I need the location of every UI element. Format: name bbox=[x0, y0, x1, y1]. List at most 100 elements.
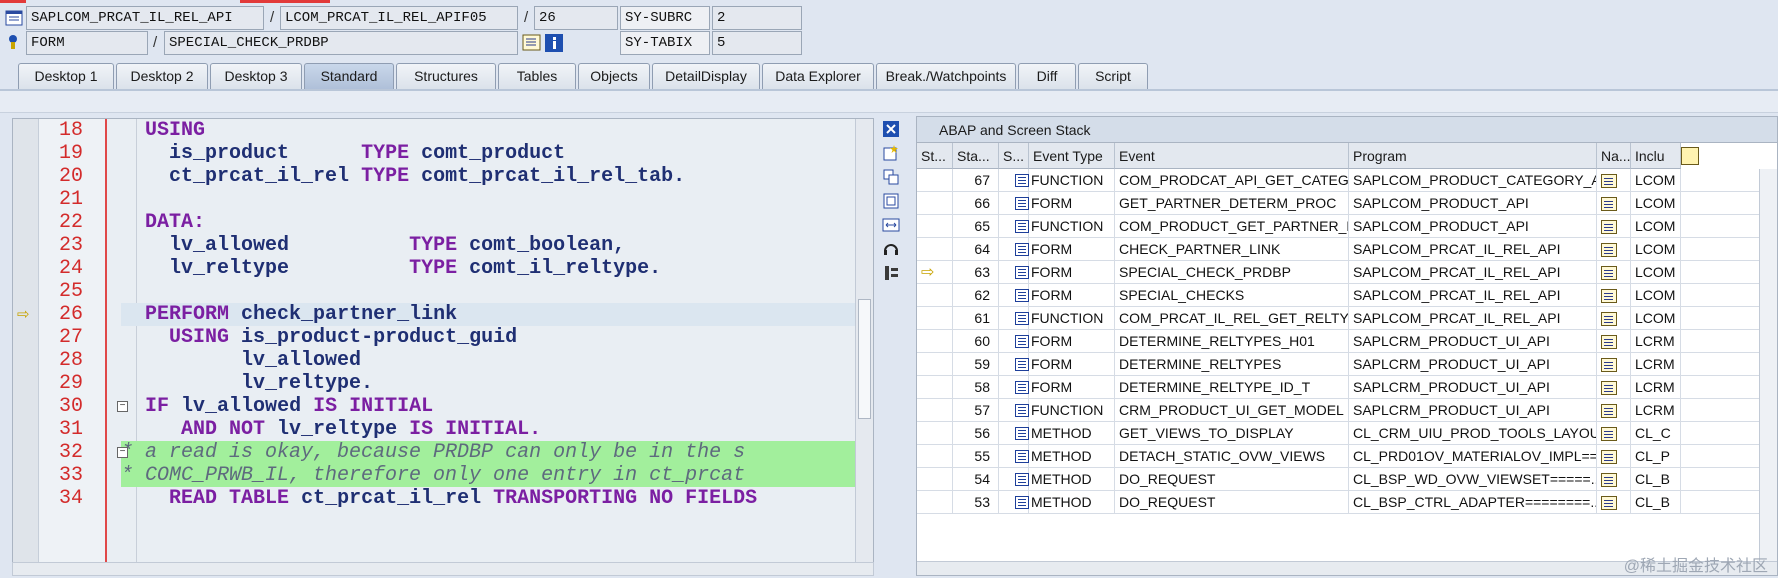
navigate-source-icon[interactable] bbox=[1601, 427, 1617, 441]
code-line[interactable]: is_product TYPE comt_product bbox=[121, 142, 855, 165]
stack-navigate-cell[interactable] bbox=[1597, 353, 1631, 376]
new-icon[interactable] bbox=[880, 142, 902, 164]
tools-icon[interactable] bbox=[880, 262, 902, 284]
sysvar-value-1[interactable]: 2 bbox=[712, 6, 802, 30]
info-icon[interactable] bbox=[544, 33, 564, 53]
stack-navigate-cell[interactable] bbox=[1597, 215, 1631, 238]
stack-navigate-cell[interactable] bbox=[1597, 192, 1631, 215]
code-line[interactable]: lv_allowed bbox=[121, 349, 855, 372]
stack-event[interactable]: SPECIAL_CHECK_PRDBP bbox=[1115, 261, 1349, 284]
navigate-source-icon[interactable] bbox=[1601, 197, 1617, 211]
code-line[interactable]: DATA: bbox=[121, 211, 855, 234]
tab-data-explorer[interactable]: Data Explorer bbox=[762, 63, 874, 90]
stack-row[interactable]: 55 METHOD DETACH_STATIC_OVW_VIEWS CL_PRD01O… bbox=[917, 445, 1777, 468]
stack-navigate-cell[interactable] bbox=[1597, 307, 1631, 330]
code-line[interactable]: lv_allowed TYPE comt_boolean, bbox=[121, 234, 855, 257]
include-field[interactable]: LCOM_PRCAT_IL_REL_APIF05 bbox=[280, 6, 518, 30]
stack-event[interactable]: CRM_PRODUCT_UI_GET_MODEL bbox=[1115, 399, 1349, 422]
stack-event[interactable]: CHECK_PARTNER_LINK bbox=[1115, 238, 1349, 261]
code-line[interactable]: AND NOT lv_reltype IS INITIAL. bbox=[121, 418, 855, 441]
stack-event[interactable]: DETERMINE_RELTYPES bbox=[1115, 353, 1349, 376]
code-line[interactable]: IF lv_allowed IS INITIAL bbox=[121, 395, 855, 418]
stack-row[interactable]: ⇨ 63 FORM SPECIAL_CHECK_PRDBP SAPLCOM_PRCAT_… bbox=[917, 261, 1777, 284]
navigate-source-icon[interactable] bbox=[1601, 243, 1617, 257]
stack-program[interactable]: SAPLCRM_PRODUCT_UI_API bbox=[1349, 399, 1597, 422]
stack-program[interactable]: SAPLCOM_PRODUCT_API bbox=[1349, 192, 1597, 215]
stack-program[interactable]: SAPLCOM_PRCAT_IL_REL_API bbox=[1349, 284, 1597, 307]
navigate-source-icon[interactable] bbox=[1601, 312, 1617, 326]
fold-toggle-icon[interactable]: − bbox=[117, 401, 128, 412]
code-line[interactable]: * COMC_PRWB_IL, therefore only one entry… bbox=[121, 464, 855, 487]
code-line[interactable]: PERFORM check_partner_link bbox=[121, 303, 855, 326]
stack-navigate-cell[interactable] bbox=[1597, 330, 1631, 353]
stack-event[interactable]: DETERMINE_RELTYPE_ID_T bbox=[1115, 376, 1349, 399]
stack-event[interactable]: GET_VIEWS_TO_DISPLAY bbox=[1115, 422, 1349, 445]
stack-row[interactable]: 58 FORM DETERMINE_RELTYPE_ID_T SAPLCRM_PROD… bbox=[917, 376, 1777, 399]
stack-navigate-cell[interactable] bbox=[1597, 284, 1631, 307]
stack-event[interactable]: DO_REQUEST bbox=[1115, 468, 1349, 491]
stack-vertical-scrollbar[interactable] bbox=[1759, 169, 1777, 575]
fold-toggle-icon[interactable]: − bbox=[117, 447, 128, 458]
stack-event[interactable]: SPECIAL_CHECKS bbox=[1115, 284, 1349, 307]
maximize-icon[interactable] bbox=[880, 190, 902, 212]
stack-program[interactable]: CL_CRM_UIU_PROD_TOOLS_LAYOUT... bbox=[1349, 422, 1597, 445]
column-header[interactable]: S... bbox=[999, 143, 1029, 169]
stack-program[interactable]: SAPLCRM_PRODUCT_UI_API bbox=[1349, 376, 1597, 399]
navigate-source-icon[interactable] bbox=[1601, 289, 1617, 303]
navigate-source-icon[interactable] bbox=[1601, 358, 1617, 372]
stack-row[interactable]: 65 FUNCTION COM_PRODUCT_GET_PARTNER_PROCSA… bbox=[917, 215, 1777, 238]
tab-tables[interactable]: Tables bbox=[498, 63, 576, 90]
code-line[interactable]: ct_prcat_il_rel TYPE comt_prcat_il_rel_t… bbox=[121, 165, 855, 188]
copy-icon[interactable] bbox=[880, 166, 902, 188]
stack-navigate-cell[interactable] bbox=[1597, 491, 1631, 514]
stack-row[interactable]: 53 METHOD DO_REQUEST CL_BSP_CTRL_ADAPTER===… bbox=[917, 491, 1777, 514]
column-header[interactable]: Program bbox=[1349, 143, 1597, 169]
stack-program[interactable]: SAPLCRM_PRODUCT_UI_API bbox=[1349, 330, 1597, 353]
stack-event[interactable]: DO_REQUEST bbox=[1115, 491, 1349, 514]
stack-event[interactable]: GET_PARTNER_DETERM_PROC bbox=[1115, 192, 1349, 215]
column-header[interactable]: Sta... bbox=[953, 143, 999, 169]
stack-program[interactable]: SAPLCOM_PRODUCT_API bbox=[1349, 215, 1597, 238]
tab-script[interactable]: Script bbox=[1078, 63, 1148, 90]
navigate-source-icon[interactable] bbox=[1601, 496, 1617, 510]
stack-navigate-cell[interactable] bbox=[1597, 445, 1631, 468]
stack-row[interactable]: 56 METHOD GET_VIEWS_TO_DISPLAY CL_CRM_UIU_P… bbox=[917, 422, 1777, 445]
stack-row[interactable]: 57 FUNCTION CRM_PRODUCT_UI_GET_MODEL SAPLCR… bbox=[917, 399, 1777, 422]
column-header[interactable]: Event Type bbox=[1029, 143, 1115, 169]
stack-program[interactable]: CL_BSP_CTRL_ADAPTER========... bbox=[1349, 491, 1597, 514]
source-nav-icon[interactable] bbox=[522, 33, 542, 53]
line-field[interactable]: 26 bbox=[534, 6, 618, 30]
stack-program[interactable]: SAPLCOM_PRODUCT_CATEGORY_API bbox=[1349, 169, 1597, 192]
code-line[interactable]: * a read is okay, because PRDBP can only… bbox=[121, 441, 855, 464]
stack-navigate-cell[interactable] bbox=[1597, 468, 1631, 491]
code-line[interactable]: USING bbox=[121, 119, 855, 142]
tab-objects[interactable]: Objects bbox=[578, 63, 650, 90]
stack-navigate-cell[interactable] bbox=[1597, 261, 1631, 284]
stack-row[interactable]: 54 METHOD DO_REQUEST CL_BSP_WD_OVW_VIEWSET=… bbox=[917, 468, 1777, 491]
tab-desktop-1[interactable]: Desktop 1 bbox=[18, 63, 114, 90]
stack-row[interactable]: 62 FORM SPECIAL_CHECKS SAPLCOM_PRCAT_IL_REL… bbox=[917, 284, 1777, 307]
source-horizontal-scrollbar[interactable] bbox=[12, 562, 874, 576]
column-header[interactable]: St... bbox=[917, 143, 953, 169]
stack-navigate-cell[interactable] bbox=[1597, 169, 1631, 192]
column-header[interactable]: Na... bbox=[1597, 143, 1631, 169]
event-type-field[interactable]: FORM bbox=[26, 31, 148, 55]
abap-stack-pane[interactable]: ABAP and Screen Stack St... Sta... S... Eve… bbox=[916, 116, 1778, 576]
stack-event[interactable]: DETERMINE_RELTYPES_H01 bbox=[1115, 330, 1349, 353]
navigate-source-icon[interactable] bbox=[1601, 473, 1617, 487]
stack-row[interactable]: 66 FORM GET_PARTNER_DETERM_PROC SAPLCOM_PRO… bbox=[917, 192, 1777, 215]
navigate-source-icon[interactable] bbox=[1601, 450, 1617, 464]
stack-navigate-cell[interactable] bbox=[1597, 238, 1631, 261]
stack-program[interactable]: SAPLCOM_PRCAT_IL_REL_API bbox=[1349, 238, 1597, 261]
column-header[interactable]: Event bbox=[1115, 143, 1349, 169]
headset-icon[interactable] bbox=[880, 238, 902, 260]
navigate-source-icon[interactable] bbox=[1601, 381, 1617, 395]
tab-detaildisplay[interactable]: DetailDisplay bbox=[652, 63, 760, 90]
stack-row[interactable]: 60 FORM DETERMINE_RELTYPES_H01 SAPLCRM_PROD… bbox=[917, 330, 1777, 353]
source-code-pane[interactable]: 18 USING 19 is_product TYPE comt_product 2… bbox=[12, 118, 874, 568]
source-vertical-scrollbar[interactable] bbox=[855, 119, 873, 567]
column-settings-icon[interactable] bbox=[1681, 147, 1699, 165]
code-line[interactable]: USING is_product-product_guid bbox=[121, 326, 855, 349]
swap-icon[interactable] bbox=[880, 214, 902, 236]
stack-event[interactable]: COM_PRCAT_IL_REL_GET_RELTYPES bbox=[1115, 307, 1349, 330]
